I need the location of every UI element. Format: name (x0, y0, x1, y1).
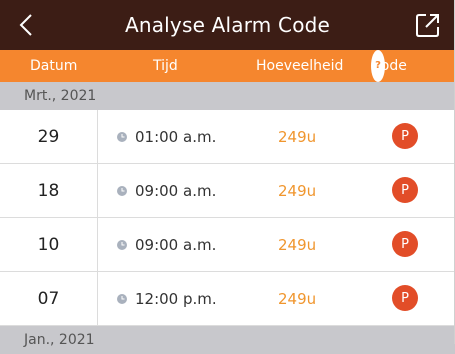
column-header-bar: Datum Tijd Hoeveelheid Code ? (0, 50, 455, 82)
row-time-value: 12:00 p.m. (135, 289, 217, 308)
section-label: Jan., 2021 (24, 332, 95, 348)
row-date: 18 (0, 164, 98, 217)
row-time-value: 01:00 a.m. (135, 127, 217, 146)
row-date: 07 (0, 272, 98, 325)
row-amount: 249u (278, 181, 317, 200)
column-header-tijd[interactable]: Tijd (153, 50, 178, 82)
page-title: Analyse Alarm Code (124, 13, 331, 37)
clock-icon (117, 239, 127, 250)
column-header-datum[interactable]: Datum (30, 50, 77, 82)
export-button[interactable] (413, 10, 443, 40)
row-time: 01:00 a.m. (117, 110, 216, 163)
row-time-value: 09:00 a.m. (135, 181, 217, 200)
row-time: 12:00 p.m. (117, 272, 217, 325)
code-badge[interactable]: P (392, 123, 418, 149)
clock-icon (117, 185, 127, 196)
app-header: Analyse Alarm Code (0, 0, 455, 50)
row-amount: 249u (278, 235, 317, 254)
column-header-hoeveelheid[interactable]: Hoeveelheid (256, 50, 343, 82)
row-time: 09:00 a.m. (117, 218, 216, 271)
table-row[interactable]: 29 01:00 a.m. 249u P (0, 110, 455, 164)
clock-icon (117, 293, 127, 304)
table-row[interactable]: 10 09:00 a.m. 249u P (0, 218, 455, 272)
row-time-value: 09:00 a.m. (135, 235, 217, 254)
column-header-code: Code ? (371, 50, 407, 82)
row-amount: 249u (278, 127, 317, 146)
section-header: Jan., 2021 (0, 326, 455, 354)
code-badge[interactable]: P (392, 177, 418, 203)
export-icon (416, 14, 439, 37)
row-date: 29 (0, 110, 98, 163)
section-label: Mrt., 2021 (24, 88, 97, 104)
table-row[interactable]: 18 09:00 a.m. 249u P (0, 164, 455, 218)
clock-icon (117, 131, 127, 142)
row-time: 09:00 a.m. (117, 164, 216, 217)
code-badge[interactable]: P (392, 285, 418, 311)
row-date: 10 (0, 218, 98, 271)
section-header: Mrt., 2021 (0, 82, 455, 110)
code-badge[interactable]: P (392, 231, 418, 257)
table-row[interactable]: 07 12:00 p.m. 249u P (0, 272, 455, 326)
row-amount: 249u (278, 289, 317, 308)
help-icon[interactable]: ? (371, 50, 385, 82)
